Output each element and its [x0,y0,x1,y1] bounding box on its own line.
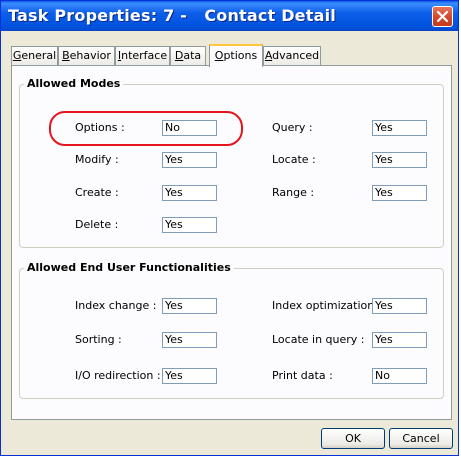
print-data-field[interactable]: No [372,368,427,384]
modify-mode-field[interactable]: Yes [162,152,217,168]
tab-behavior[interactable]: Behavior [58,46,115,65]
query-mode-label: Query : [272,121,313,134]
index-optimization-label: Index optimization : [272,299,382,312]
title-bar[interactable]: Task Properties: 7 - Contact Detail [1,1,458,31]
create-mode-label: Create : [75,186,119,199]
query-mode-field[interactable]: Yes [372,120,427,136]
delete-mode-field[interactable]: Yes [162,217,217,233]
delete-mode-label: Delete : [75,218,119,231]
io-redirection-field[interactable]: Yes [162,368,217,384]
locate-in-query-label: Locate in query : [272,333,365,346]
ok-button[interactable]: OK [321,428,385,449]
end-user-title: Allowed End User Functionalities [24,261,234,274]
io-redirection-label: I/O redirection : [75,369,161,382]
tab-data[interactable]: Data [170,46,206,65]
highlight-annotation [49,111,243,146]
locate-mode-field[interactable]: Yes [372,152,427,168]
range-mode-label: Range : [272,186,315,199]
index-optimization-field[interactable]: Yes [372,298,427,314]
tab-options[interactable]: Options [209,44,263,67]
range-mode-field[interactable]: Yes [372,185,427,201]
close-icon [436,10,449,23]
allowed-modes-title: Allowed Modes [24,77,124,90]
index-change-label: Index change : [75,299,157,312]
tab-advanced[interactable]: Advanced [263,46,321,65]
close-button[interactable] [432,6,453,27]
locate-mode-label: Locate : [272,153,316,166]
print-data-label: Print data : [272,369,333,382]
dialog-window: Task Properties: 7 - Contact Detail Gene… [0,0,459,456]
tab-general[interactable]: General [11,46,58,65]
locate-in-query-field[interactable]: Yes [372,332,427,348]
create-mode-field[interactable]: Yes [162,185,217,201]
sorting-label: Sorting : [75,333,122,346]
tab-interface[interactable]: Interface [115,46,170,65]
index-change-field[interactable]: Yes [162,298,217,314]
window-title: Task Properties: 7 - Contact Detail [8,6,336,25]
modify-mode-label: Modify : [75,153,119,166]
cancel-button[interactable]: Cancel [389,428,453,449]
sorting-field[interactable]: Yes [162,332,217,348]
